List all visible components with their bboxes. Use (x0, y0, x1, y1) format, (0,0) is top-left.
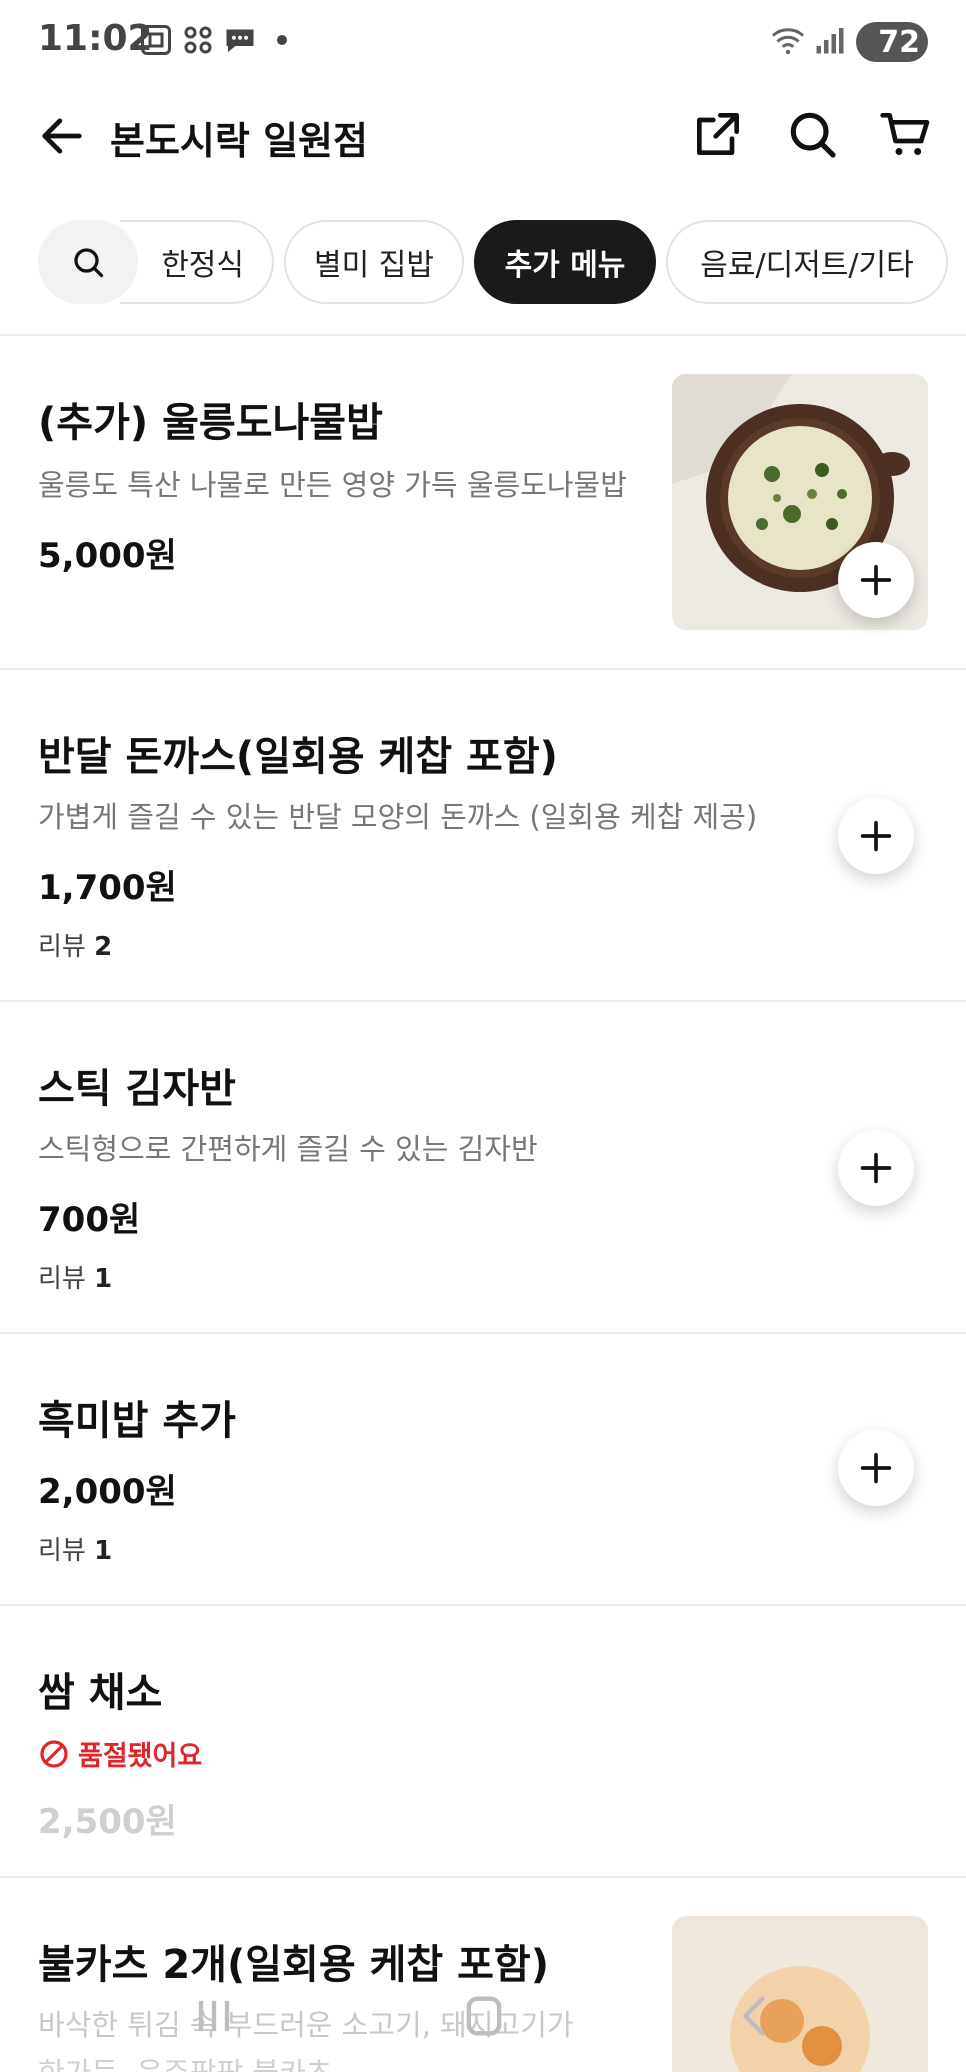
item-name: 스틱 김자반 (38, 1066, 236, 1112)
tab-hanjeongsik[interactable]: 한정식 (120, 220, 274, 304)
system-nav-bar (0, 1960, 966, 2072)
wifi-icon (772, 28, 804, 55)
menu-item-soldout: 쌈 채소 품절됐어요 2,500원 (0, 1606, 966, 1878)
battery-indicator: 72 (856, 22, 928, 62)
item-name: 흑미밥 추가 (38, 1398, 236, 1444)
tab-drinks-dessert[interactable]: 음료/디저트/기타 (666, 220, 948, 304)
review-label: 리뷰 (38, 932, 86, 962)
item-price: 2,500원 (38, 1802, 177, 1842)
add-button[interactable] (838, 1430, 914, 1506)
item-name: (추가) 울릉도나물밥 (38, 400, 383, 446)
review-label: 리뷰 (38, 1536, 86, 1566)
add-button[interactable] (838, 798, 914, 874)
item-price: 700원 (38, 1200, 141, 1240)
home-icon[interactable] (454, 1990, 514, 2042)
screenshot-icon (141, 25, 171, 55)
item-price: 2,000원 (38, 1472, 177, 1512)
prohibited-icon (40, 1739, 68, 1768)
plus-icon (860, 564, 892, 596)
item-description: 스틱형으로 간편하게 즐길 수 있는 김자반 (38, 1132, 538, 1166)
share-icon[interactable] (690, 106, 746, 162)
menu-item[interactable]: 흑미밥 추가 2,000원 리뷰 1 (0, 1334, 966, 1606)
add-button[interactable] (838, 542, 914, 618)
item-name: 쌈 채소 (38, 1670, 163, 1716)
cart-icon[interactable] (878, 106, 934, 162)
dot-icon (277, 35, 287, 45)
app-notification-icon (184, 26, 212, 54)
tab-label: 추가 메뉴 (504, 248, 626, 283)
tab-label: 별미 집밥 (314, 248, 434, 283)
status-bar: 11:02 72 (0, 0, 966, 84)
status-time: 11:02 (38, 18, 153, 59)
header: 본도시락 일원점 (0, 84, 966, 184)
battery-level: 72 (878, 24, 920, 60)
review-count: 1 (94, 1536, 113, 1566)
category-tabs: 한정식 별미 집밥 추가 메뉴 음료/디저트/기타 (0, 218, 966, 308)
item-review: 리뷰 2 (38, 926, 112, 963)
tab-byeolmi-jipbap[interactable]: 별미 집밥 (284, 220, 464, 304)
plus-icon (860, 1452, 892, 1484)
tab-extra-menu[interactable]: 추가 메뉴 (474, 220, 656, 304)
add-button[interactable] (838, 1130, 914, 1206)
item-description: 울릉도 특산 나물로 만든 영양 가득 울릉도나물밥 (38, 468, 627, 502)
back-arrow-icon[interactable] (36, 110, 88, 162)
plus-icon (860, 1152, 892, 1184)
signal-icon (816, 28, 844, 54)
item-review: 리뷰 1 (38, 1530, 112, 1567)
back-icon[interactable] (726, 1990, 786, 2042)
item-description: 가볍게 즐길 수 있는 반달 모양의 돈까스 (일회용 케찹 제공) (38, 800, 758, 834)
soldout-badge: 품절됐어요 (38, 1734, 202, 1773)
plus-icon (860, 820, 892, 852)
item-name: 반달 돈까스(일회용 케찹 포함) (38, 734, 558, 780)
item-price: 5,000원 (38, 536, 177, 576)
tab-label: 음료/디저트/기타 (700, 248, 914, 283)
tab-search-button[interactable] (38, 220, 138, 304)
menu-item[interactable]: (추가) 울릉도나물밥 울릉도 특산 나물로 만든 영양 가득 울릉도나물밥 5… (0, 336, 966, 670)
review-count: 2 (94, 932, 113, 962)
tab-label: 한정식 (161, 248, 244, 283)
review-count: 1 (94, 1264, 113, 1294)
review-label: 리뷰 (38, 1264, 86, 1294)
search-icon[interactable] (784, 106, 840, 162)
chat-icon (226, 29, 254, 52)
search-icon (74, 248, 104, 278)
recent-apps-icon[interactable] (184, 1990, 244, 2042)
item-review: 리뷰 1 (38, 1258, 112, 1295)
menu-item[interactable]: 스틱 김자반 스틱형으로 간편하게 즐길 수 있는 김자반 700원 리뷰 1 (0, 1002, 966, 1334)
soldout-label: 품절됐어요 (78, 1741, 203, 1772)
menu-item[interactable]: 반달 돈까스(일회용 케찹 포함) 가볍게 즐길 수 있는 반달 모양의 돈까스… (0, 670, 966, 1002)
item-price: 1,700원 (38, 868, 177, 908)
page-title: 본도시락 일원점 (110, 119, 368, 163)
